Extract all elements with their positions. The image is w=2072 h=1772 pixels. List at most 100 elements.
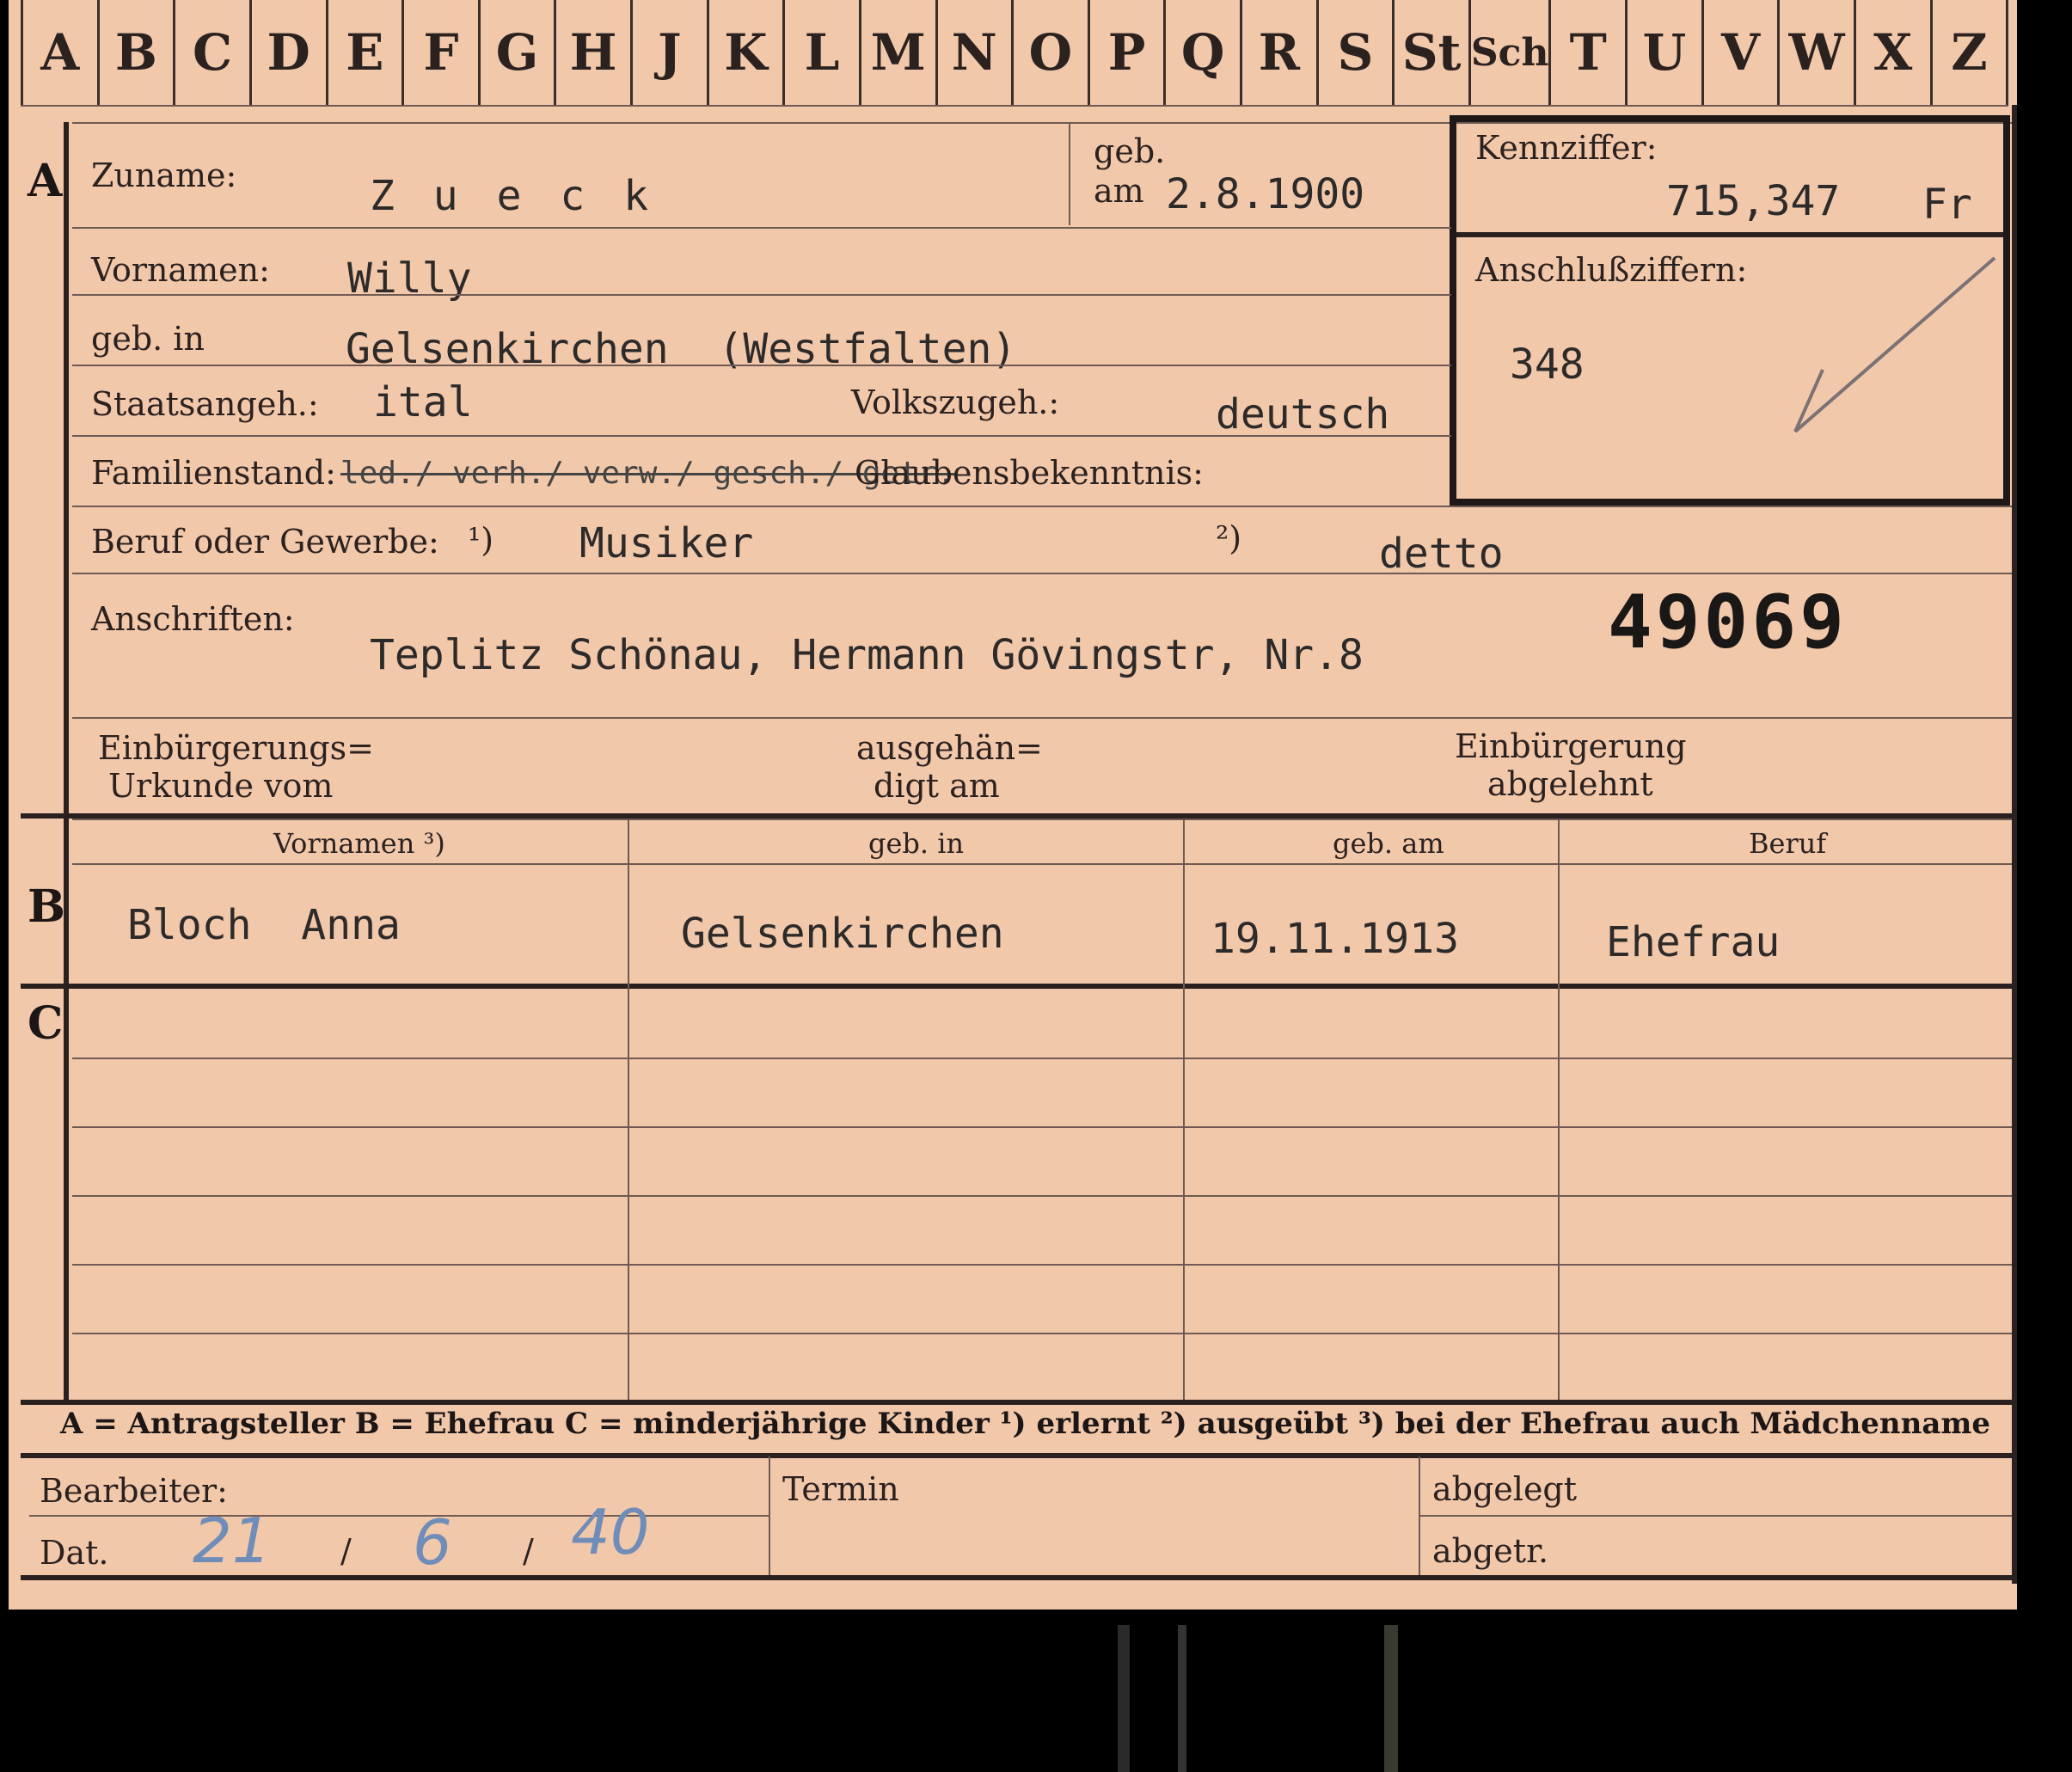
am-label: am xyxy=(1094,172,1144,210)
section-a-marker: A xyxy=(28,155,63,207)
alphabet-tab: W xyxy=(1780,0,1856,105)
date-sep-2: / xyxy=(523,1532,534,1570)
anschluss-value: 348 xyxy=(1510,340,1585,389)
anschriften-label: Anschriften: xyxy=(91,600,295,638)
alphabet-tab: N xyxy=(938,0,1015,105)
section-b-marker: B xyxy=(28,880,65,933)
alphabet-tab: A xyxy=(21,0,100,105)
alphabet-tab: Sch xyxy=(1471,0,1552,105)
alphabet-tab: G xyxy=(481,0,557,105)
anschrift-value: Teplitz Schönau, Hermann Gövingstr, Nr.8 xyxy=(370,631,1364,679)
row-line-4 xyxy=(72,435,1451,437)
alphabet-tab: E xyxy=(328,0,405,105)
beruf-ausgeuebt-value: detto xyxy=(1379,530,1504,578)
alphabet-tab: J xyxy=(633,0,709,105)
right-frame-line xyxy=(2012,105,2017,1584)
geb-label: geb. xyxy=(1094,132,1166,170)
col-divider-3 xyxy=(1558,819,1560,1401)
alphabet-tab: B xyxy=(100,0,176,105)
alphabet-tab: X xyxy=(1856,0,1933,105)
abgetr-label: abgetr. xyxy=(1432,1532,1549,1570)
col-geb-in-header: geb. in xyxy=(868,827,965,860)
geb-in-label: geb. in xyxy=(91,320,205,358)
staatsangeh-label: Staatsangeh.: xyxy=(91,385,319,423)
c-row-line-5 xyxy=(72,1333,2012,1334)
date-day-handwritten: 21 xyxy=(193,1505,272,1577)
termin-label: Termin xyxy=(782,1470,899,1508)
row-line-7 xyxy=(72,717,2012,719)
scan-artifact xyxy=(1178,1625,1186,1772)
col-divider-2 xyxy=(1183,819,1185,1401)
dat-label: Dat. xyxy=(40,1534,109,1572)
kennziffer-label: Kennziffer: xyxy=(1475,129,1658,167)
kennziffer-value: 715,347 xyxy=(1666,177,1841,225)
alphabet-tab-row: A B C D E F G H J K L M N O P Q R S St Sch T U V W X Z xyxy=(21,0,2009,107)
legend-text: A = Antragsteller B = Ehefrau C = minder… xyxy=(60,1407,1990,1441)
beruf-label: Beruf oder Gewerbe: xyxy=(91,523,439,561)
spouse-beruf-value: Ehefrau xyxy=(1606,918,1781,966)
legend-bottom-line xyxy=(21,1453,2017,1458)
c-row-line-2 xyxy=(72,1126,2012,1128)
spouse-geb-am-value: 19.11.1913 xyxy=(1211,915,1459,963)
familienstand-label: Familienstand: xyxy=(91,454,336,492)
zuname-divider xyxy=(1069,122,1070,225)
bearbeiter-line xyxy=(29,1515,769,1517)
ausgehaendigt-label-1: ausgehän= xyxy=(856,729,1043,767)
alphabet-tab: U xyxy=(1628,0,1704,105)
beruf-erlernt-value: Musiker xyxy=(579,519,754,567)
alphabet-tab: P xyxy=(1090,0,1167,105)
spouse-geb-in-value: Gelsenkirchen xyxy=(681,910,1004,958)
row-line-3 xyxy=(72,365,1451,366)
ausgehaendigt-label-2: digt am xyxy=(874,767,1000,805)
registration-card: A B C D E F G H J K L M N O P Q R S St Sch T U V W X Z A Zuname: … xyxy=(9,0,2017,1610)
col-divider-1 xyxy=(628,819,629,1401)
stamp-number: 49069 xyxy=(1608,579,1848,665)
row-line-6 xyxy=(72,573,2012,574)
col-beruf-header: Beruf xyxy=(1749,827,1827,860)
termin-divider xyxy=(769,1456,770,1575)
staatsangeh-value: ital xyxy=(373,378,473,426)
c-row-line-3 xyxy=(72,1195,2012,1197)
alphabet-tab: O xyxy=(1014,0,1090,105)
volkszugeh-value: deutsch xyxy=(1216,390,1390,438)
alphabet-tab: Z xyxy=(1933,0,2009,105)
einb-urkunde-label-2: Urkunde vom xyxy=(108,767,334,805)
check-mark-icon xyxy=(1793,256,1996,433)
einb-abgelehnt-label-1: Einbürgerung xyxy=(1455,727,1687,765)
alphabet-tab: C xyxy=(175,0,252,105)
date-sep-1: / xyxy=(340,1532,352,1570)
alphabet-tab: V xyxy=(1704,0,1781,105)
zuname-label: Zuname: xyxy=(91,156,237,194)
row-line-1 xyxy=(72,227,1451,229)
col-vornamen-header: Vornamen ³) xyxy=(273,827,445,860)
volkszugeh-label: Volkszugeh.: xyxy=(851,383,1060,421)
alphabet-tab: D xyxy=(252,0,328,105)
section-c-marker: C xyxy=(28,997,64,1050)
scan-artifact xyxy=(1118,1625,1130,1772)
alphabet-tab: St xyxy=(1395,0,1471,105)
left-margin-line xyxy=(64,122,69,1403)
alphabet-tab: T xyxy=(1551,0,1628,105)
abgelegt-label: abgelegt xyxy=(1432,1470,1578,1508)
kennziffer-suffix: Fr xyxy=(1922,181,1972,229)
alphabet-tab: L xyxy=(785,0,861,105)
glaubens-label: Glaubensbekenntnis: xyxy=(855,454,1204,492)
einb-abgelehnt-label-2: abgelehnt xyxy=(1487,765,1653,803)
anschluss-label: Anschlußziffern: xyxy=(1475,251,1748,289)
alphabet-tab: F xyxy=(404,0,481,105)
beruf-note-1: ¹) xyxy=(468,521,494,559)
alphabet-tab: R xyxy=(1242,0,1319,105)
alphabet-tab: S xyxy=(1319,0,1395,105)
row-line-5 xyxy=(72,506,2012,507)
legend-top-line xyxy=(21,1400,2017,1405)
kennziffer-divider xyxy=(1456,232,2003,237)
alphabet-tab: K xyxy=(709,0,786,105)
vornamen-label: Vornamen: xyxy=(91,251,270,289)
table-header-top xyxy=(72,819,2012,820)
spouse-vornamen-value: Bloch Anna xyxy=(127,901,401,949)
row-line-2 xyxy=(72,294,1451,296)
c-row-line-4 xyxy=(72,1264,2012,1266)
alphabet-tab: Q xyxy=(1166,0,1242,105)
col-geb-am-header: geb. am xyxy=(1333,827,1444,860)
date-month-handwritten: 6 xyxy=(413,1506,452,1579)
